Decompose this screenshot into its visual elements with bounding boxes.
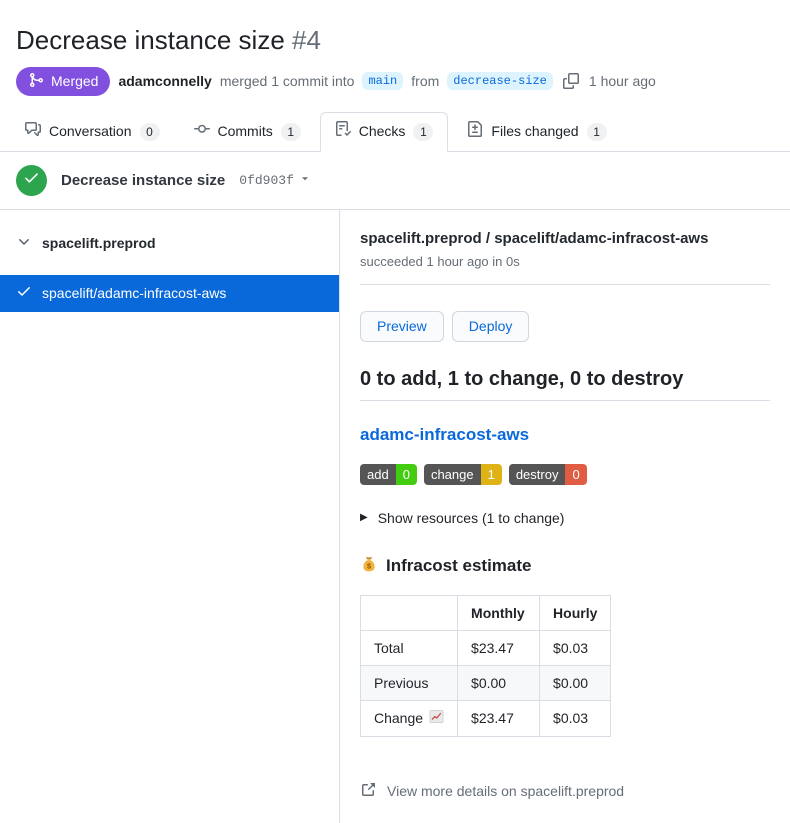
badge-value: 0 xyxy=(565,464,586,485)
copy-branch-icon[interactable] xyxy=(563,73,579,89)
tab-counter: 1 xyxy=(587,123,607,141)
check-run-output: spacelift.preprod / spacelift/adamc-infr… xyxy=(340,210,790,823)
pr-number: #4 xyxy=(292,25,321,55)
badge-label: change xyxy=(424,464,481,485)
link-external-icon xyxy=(360,782,376,801)
pr-tab-nav: Conversation 0 Commits 1 Checks 1 Files … xyxy=(0,102,790,152)
pr-header: Decrease instance size #4 Merged adamcon… xyxy=(0,0,790,102)
commit-sha: 0fd903f xyxy=(239,173,294,188)
chart-increasing-icon xyxy=(429,709,444,728)
checks-sidebar: spacelift.preprod spacelift/adamc-infrac… xyxy=(0,210,340,823)
sidebar-item-label: spacelift/adamc-infracost-aws xyxy=(42,284,226,303)
page-title: Decrease instance size #4 xyxy=(16,24,774,57)
svg-text:$: $ xyxy=(367,561,371,570)
change-badge: change 1 xyxy=(424,464,502,485)
divider xyxy=(360,284,770,285)
comment-discussion-icon xyxy=(25,121,41,143)
badge-value: 1 xyxy=(481,464,502,485)
tab-checks[interactable]: Checks 1 xyxy=(320,112,449,152)
check-icon xyxy=(23,169,40,191)
tab-label: Conversation xyxy=(49,121,132,142)
badge-value: 0 xyxy=(396,464,417,485)
tab-counter: 0 xyxy=(140,123,160,141)
view-more-details-label: View more details on spacelift.preprod xyxy=(387,783,624,799)
merged-state-label: Merged xyxy=(51,73,98,89)
plan-summary-heading: 0 to add, 1 to change, 0 to destroy xyxy=(360,368,770,401)
row-label: Previous xyxy=(361,665,458,700)
table-row-change: Change $23.47 $0.03 xyxy=(361,700,611,736)
file-diff-icon xyxy=(467,121,483,143)
monthly-value: $23.47 xyxy=(458,630,540,665)
tab-label: Commits xyxy=(218,121,273,142)
plan-badges: add 0 change 1 destroy 0 xyxy=(360,464,770,485)
pr-meta: Merged adamconnelly merged 1 commit into… xyxy=(16,67,774,96)
chevron-down-icon xyxy=(16,234,32,253)
table-row-total: Total $23.47 $0.03 xyxy=(361,630,611,665)
hourly-value: $0.03 xyxy=(540,630,611,665)
deploy-button[interactable]: Deploy xyxy=(452,311,530,342)
badge-label: add xyxy=(360,464,396,485)
tab-files-changed[interactable]: Files changed 1 xyxy=(452,112,621,152)
sidebar-group-label: spacelift.preprod xyxy=(42,235,156,251)
hourly-value: $0.00 xyxy=(540,665,611,700)
merge-text-from: from xyxy=(411,73,439,89)
table-row-previous: Previous $0.00 $0.00 xyxy=(361,665,611,700)
infracost-heading-label: Infracost estimate xyxy=(386,556,532,576)
table-header-row: Monthly Hourly xyxy=(361,595,611,630)
checklist-icon xyxy=(335,121,351,143)
row-label-text: Change xyxy=(374,709,423,727)
column-header-monthly: Monthly xyxy=(458,595,540,630)
commit-sha-dropdown[interactable]: 0fd903f xyxy=(239,172,311,188)
view-more-details-link[interactable]: View more details on spacelift.preprod xyxy=(360,782,770,801)
triangle-right-icon: ▶ xyxy=(360,512,368,523)
author-link[interactable]: adamconnelly xyxy=(118,73,211,89)
monthly-value: $0.00 xyxy=(458,665,540,700)
run-title: spacelift.preprod / spacelift/adamc-infr… xyxy=(360,230,770,247)
row-label: Total xyxy=(361,630,458,665)
check-actions: Preview Deploy xyxy=(360,311,770,342)
preview-button[interactable]: Preview xyxy=(360,311,444,342)
merged-state-badge: Merged xyxy=(16,67,110,96)
status-success-circle xyxy=(16,165,47,196)
destroy-badge: destroy 0 xyxy=(509,464,587,485)
git-merge-icon xyxy=(28,72,44,91)
sidebar-group-spacelift-preprod[interactable]: spacelift.preprod xyxy=(0,222,339,265)
show-resources-toggle[interactable]: ▶ Show resources (1 to change) xyxy=(360,510,770,526)
merge-text: merged 1 commit into xyxy=(220,73,355,89)
badge-label: destroy xyxy=(509,464,566,485)
check-run-header: Decrease instance size 0fd903f xyxy=(0,152,790,210)
tab-counter: 1 xyxy=(281,123,301,141)
merged-time: 1 hour ago xyxy=(589,73,656,89)
monthly-value: $23.47 xyxy=(458,700,540,736)
tab-commits[interactable]: Commits 1 xyxy=(179,112,316,152)
money-bag-icon: $ xyxy=(360,555,378,578)
sidebar-item-adamc-infracost-aws[interactable]: spacelift/adamc-infracost-aws xyxy=(0,275,339,312)
stack-link[interactable]: adamc-infracost-aws xyxy=(360,425,529,445)
tab-counter: 1 xyxy=(413,123,433,141)
triangle-down-icon xyxy=(299,172,311,188)
checks-split-layout: spacelift.preprod spacelift/adamc-infrac… xyxy=(0,210,790,823)
check-icon xyxy=(16,283,32,304)
head-branch-label[interactable]: decrease-size xyxy=(447,72,553,90)
column-header-blank xyxy=(361,595,458,630)
add-badge: add 0 xyxy=(360,464,417,485)
infracost-heading: $ Infracost estimate xyxy=(360,555,770,578)
row-label: Change xyxy=(361,700,458,736)
run-status: succeeded 1 hour ago in 0s xyxy=(360,254,770,269)
infracost-table: Monthly Hourly Total $23.47 $0.03 Previo… xyxy=(360,595,611,737)
show-resources-label: Show resources (1 to change) xyxy=(378,510,565,526)
base-branch-label[interactable]: main xyxy=(362,72,403,90)
tab-label: Files changed xyxy=(491,121,578,142)
git-commit-icon xyxy=(194,121,210,143)
check-run-title: Decrease instance size xyxy=(61,172,225,189)
hourly-value: $0.03 xyxy=(540,700,611,736)
tab-label: Checks xyxy=(359,121,406,142)
column-header-hourly: Hourly xyxy=(540,595,611,630)
tab-conversation[interactable]: Conversation 0 xyxy=(10,112,175,152)
pr-title-text: Decrease instance size xyxy=(16,25,285,55)
